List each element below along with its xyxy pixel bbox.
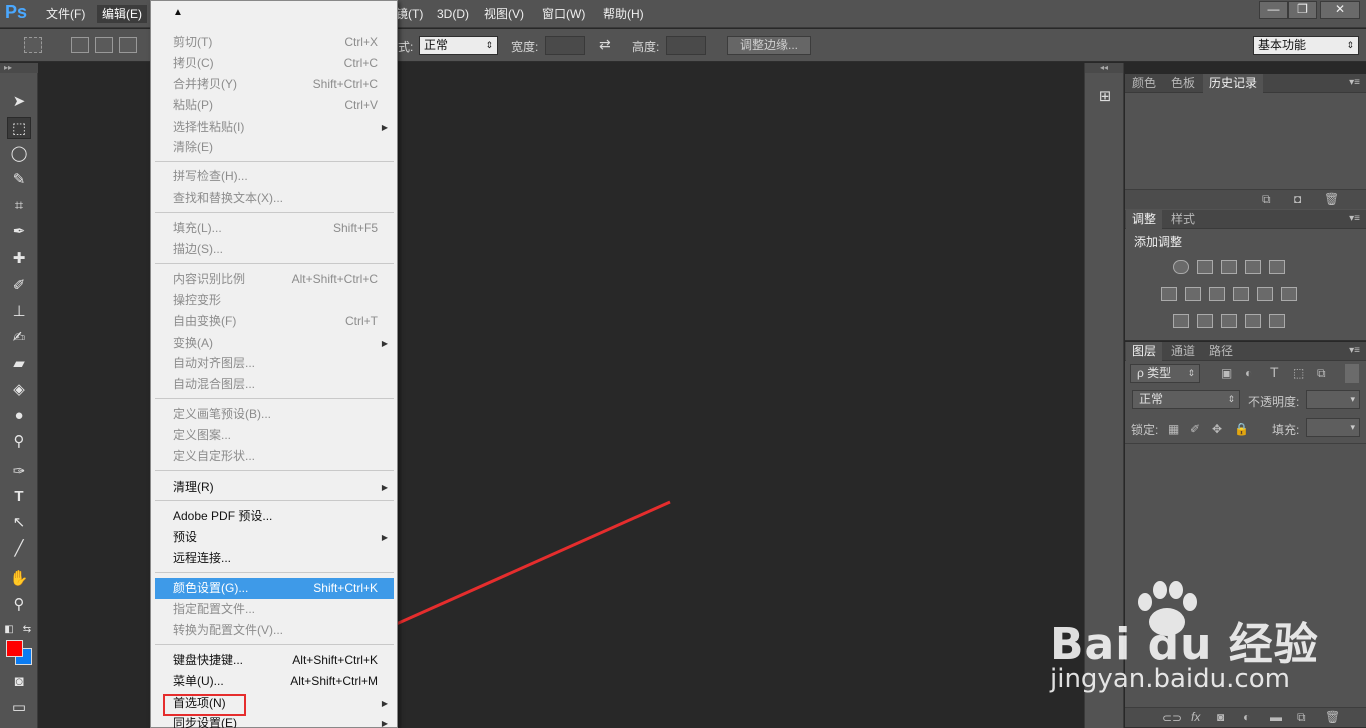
submenu-arrow-icon: ▶ [381,719,388,728]
menu-item-label: 拼写检查(H)... [173,169,248,183]
menu-item-label: 定义画笔预设(B)... [173,407,271,421]
menu-item-convert-profile[interactable]: 转换为配置文件(V)... [155,620,394,641]
menu-item-shortcut: Shift+Ctrl+K [313,581,378,595]
menu-item-label: 清理(R) [173,480,214,494]
submenu-arrow-icon: ▶ [381,483,388,492]
menu-item-shortcut: Shift+F5 [332,221,378,235]
menu-item-label: 描边(S)... [173,242,223,256]
menu-item-remote-connections[interactable]: 远程连接... [155,548,394,569]
menu-item-cut[interactable]: 剪切(T) Ctrl+X [155,32,394,53]
menu-item-label: 颜色设置(G)... [173,581,249,595]
submenu-arrow-icon: ▶ [381,339,388,348]
menu-item-label: 远程连接... [173,551,232,565]
menu-item-shortcut: Ctrl+C [343,56,378,70]
menu-separator [155,500,394,501]
menu-item-free-transform[interactable]: 自由变换(F) Ctrl+T [155,311,394,332]
menu-separator [155,470,394,471]
menu-item-define-shape[interactable]: 定义自定形状... [155,446,394,467]
menu-item-label: 菜单(U)... [173,674,224,688]
menu-item-label: 填充(L)... [173,221,222,235]
submenu-arrow-icon: ▶ [381,123,388,132]
menu-item-presets[interactable]: 预设 ▶ [155,527,394,548]
menu-separator [155,572,394,573]
menu-item-label: 内容识别比例 [173,272,246,286]
menu-item-assign-profile[interactable]: 指定配置文件... [155,599,394,620]
menu-item-label: 清除(E) [173,140,213,154]
menu-item-pdf-presets[interactable]: Adobe PDF 预设... [155,506,394,527]
menu-separator [155,161,394,162]
menu-separator [155,263,394,264]
menu-separator [155,644,394,645]
menu-item-purge[interactable]: 清理(R) ▶ [155,477,394,498]
submenu-arrow-icon: ▶ [381,699,388,708]
menu-item-label: 定义自定形状... [173,449,256,463]
menu-item-label: 操控变形 [173,293,222,307]
menu-item-define-brush[interactable]: 定义画笔预设(B)... [155,404,394,425]
menu-item-find-replace[interactable]: 查找和替换文本(X)... [155,188,394,209]
menu-item-shortcut: Alt+Shift+Ctrl+K [292,653,378,667]
menu-item-keyboard-shortcuts[interactable]: 键盘快捷键... Alt+Shift+Ctrl+K [155,650,394,671]
menu-item-clear[interactable]: 清除(E) [155,137,394,158]
menu-item-label: 选择性粘贴(I) [173,120,245,134]
menu-item-copy-merged[interactable]: 合并拷贝(Y) Shift+Ctrl+C [155,74,394,95]
menu-item-color-settings[interactable]: 颜色设置(G)... Shift+Ctrl+K [155,578,394,599]
menu-item-label: 同步设置(E) [173,716,237,728]
menu-item-paste-special[interactable]: 选择性粘贴(I) ▶ [155,117,394,138]
menu-item-puppet-warp[interactable]: 操控变形 [155,290,394,311]
foreground-color-swatch[interactable] [6,640,23,657]
menu-item-label: 键盘快捷键... [173,653,244,667]
menu-item-transform[interactable]: 变换(A) ▶ [155,333,394,354]
menu-item-shortcut: Ctrl+T [345,314,378,328]
menu-item-shortcut: Alt+Shift+Ctrl+M [290,674,378,688]
menu-item-label: 自动对齐图层... [173,356,256,370]
menu-item-define-pattern[interactable]: 定义图案... [155,425,394,446]
menu-item-label: 指定配置文件... [173,602,256,616]
menu-item-label: 预设 [173,530,198,544]
annotation-highlight-box [163,694,246,716]
menu-item-label: 自动混合图层... [173,377,256,391]
menu-item-shortcut: Ctrl+V [344,98,378,112]
scroll-up-arrow[interactable]: ▲ [151,1,397,25]
menu-separator [155,398,394,399]
menu-separator [155,212,394,213]
menu-item-label: 变换(A) [173,336,213,350]
menu-item-label: 剪切(T) [173,35,213,49]
menu-item-shortcut: Ctrl+X [344,35,378,49]
menu-item-copy[interactable]: 拷贝(C) Ctrl+C [155,53,394,74]
menu-item-label: 粘贴(P) [173,98,213,112]
menu-item-label: 自由变换(F) [173,314,237,328]
menu-item-content-aware-scale[interactable]: 内容识别比例 Alt+Shift+Ctrl+C [155,269,394,290]
menu-item-label: 查找和替换文本(X)... [173,191,283,205]
menu-item-label: 拷贝(C) [173,56,214,70]
menu-item-label: 定义图案... [173,428,232,442]
submenu-arrow-icon: ▶ [381,533,388,542]
menu-item-paste[interactable]: 粘贴(P) Ctrl+V [155,95,394,116]
menu-item-stroke[interactable]: 描边(S)... [155,239,394,260]
menu-item-shortcut: Alt+Shift+Ctrl+C [291,272,378,286]
menu-item-spell-check[interactable]: 拼写检查(H)... [155,166,394,187]
menu-item-shortcut: Shift+Ctrl+C [312,77,378,91]
menu-item-label: Adobe PDF 预设... [173,509,273,523]
menu-item-auto-blend[interactable]: 自动混合图层... [155,374,394,395]
menu-item-label: 转换为配置文件(V)... [173,623,283,637]
menu-item-label: 合并拷贝(Y) [173,77,237,91]
menu-item-fill[interactable]: 填充(L)... Shift+F5 [155,218,394,239]
menu-item-menus[interactable]: 菜单(U)... Alt+Shift+Ctrl+M [155,671,394,692]
menu-item-auto-align[interactable]: 自动对齐图层... [155,353,394,374]
edit-menu-dropdown: ▲ 剪切(T) Ctrl+X 拷贝(C) Ctrl+C 合并拷贝(Y) Shift+C… [150,0,398,728]
